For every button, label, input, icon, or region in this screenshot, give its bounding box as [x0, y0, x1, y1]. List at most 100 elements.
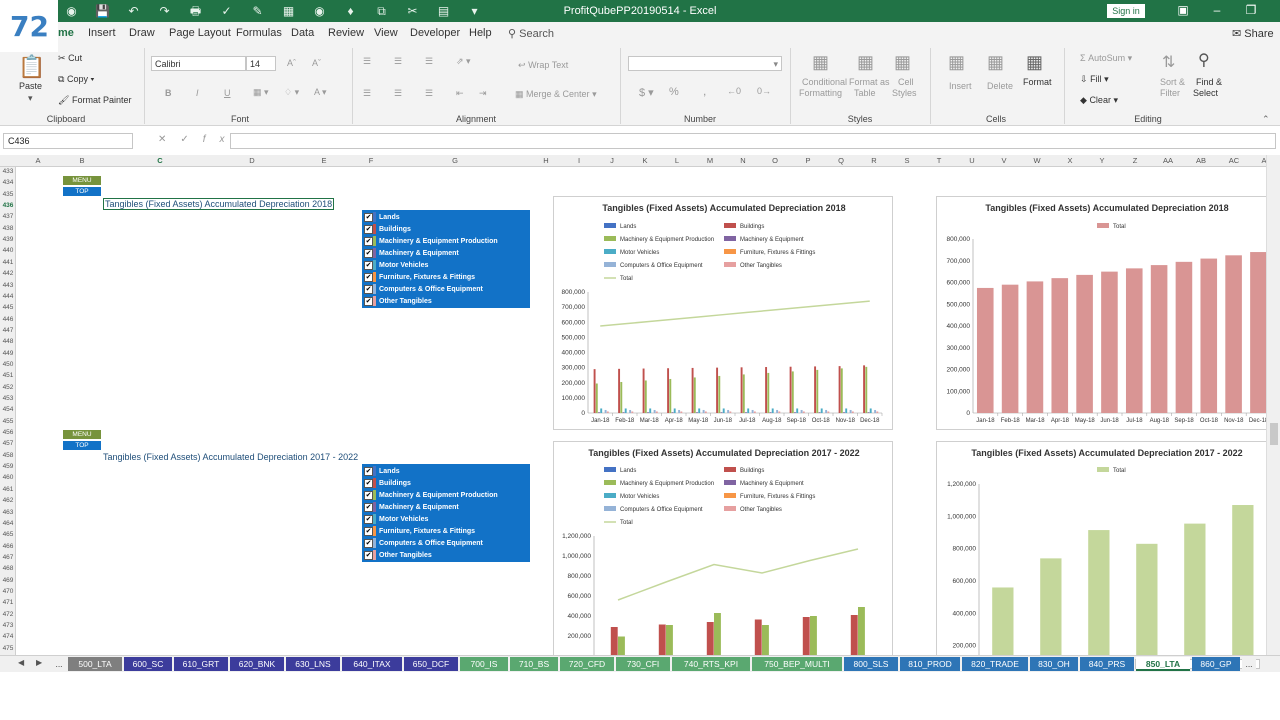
sort-filter-icon[interactable]: ⇅: [1162, 52, 1175, 72]
conditional-formatting-label-1[interactable]: Conditional: [802, 77, 847, 87]
checkbox[interactable]: ✔: [364, 212, 373, 222]
checkbox[interactable]: ✔: [364, 526, 373, 536]
worksheet-grid[interactable]: MENU TOP Tangibles (Fixed Assets) Accumu…: [16, 167, 1276, 671]
column-header[interactable]: L: [675, 156, 679, 165]
bar[interactable]: [976, 287, 994, 413]
sheet-tab[interactable]: 500_LTA: [68, 657, 122, 671]
bar[interactable]: [669, 378, 672, 413]
bar[interactable]: [629, 409, 632, 413]
chart-yearly-by-category[interactable]: Tangibles (Fixed Assets) Accumulated Dep…: [553, 441, 893, 671]
row-header[interactable]: 473: [0, 622, 16, 629]
row-header[interactable]: 441: [0, 259, 16, 266]
bar[interactable]: [598, 412, 600, 413]
insert-cells-button[interactable]: Insert: [949, 81, 972, 91]
bar[interactable]: [1076, 274, 1093, 413]
bar[interactable]: [606, 411, 609, 413]
sheet-tab[interactable]: 830_OH: [1030, 657, 1078, 671]
sort-filter-label-1[interactable]: Sort &: [1160, 77, 1185, 87]
column-header[interactable]: F: [369, 156, 374, 165]
row-header[interactable]: 447: [0, 327, 16, 334]
column-header[interactable]: AB: [1196, 156, 1206, 165]
bar[interactable]: [867, 412, 870, 413]
format-as-table-label-2[interactable]: Table: [854, 88, 876, 98]
percent-button[interactable]: %: [669, 86, 679, 98]
font-name-dropdown[interactable]: Calibri: [151, 56, 246, 71]
bar[interactable]: [769, 412, 772, 413]
orientation-icon[interactable]: ⇗ ▾: [456, 56, 471, 67]
series-checkbox-row[interactable]: ✔ Other Tangibles: [364, 549, 432, 561]
checkbox[interactable]: ✔: [364, 260, 373, 270]
bar[interactable]: [642, 368, 645, 413]
bar[interactable]: [720, 412, 723, 413]
underline-button[interactable]: U: [224, 88, 231, 98]
chart-yearly-total[interactable]: Tangibles (Fixed Assets) Accumulated Dep…: [936, 441, 1276, 671]
sort-filter-label-2[interactable]: Filter: [1160, 88, 1180, 98]
row-header[interactable]: 466: [0, 543, 16, 550]
bar[interactable]: [1225, 255, 1242, 413]
column-header[interactable]: W: [1033, 156, 1040, 165]
bar[interactable]: [1200, 258, 1218, 413]
bar[interactable]: [595, 383, 598, 413]
bar[interactable]: [765, 367, 768, 413]
series-checkbox-row[interactable]: ✔ Furniture, Fixtures & Fittings: [364, 525, 475, 537]
bar[interactable]: [800, 409, 803, 413]
font-size-dropdown[interactable]: 14: [246, 56, 276, 71]
row-header[interactable]: 469: [0, 577, 16, 584]
bar[interactable]: [618, 636, 625, 657]
align-middle-icon[interactable]: ☰: [394, 56, 402, 67]
series-checkbox-row[interactable]: ✔ Computers & Office Equipment: [364, 537, 483, 549]
bar[interactable]: [1250, 252, 1267, 413]
bar[interactable]: [814, 366, 817, 413]
checkbox[interactable]: ✔: [364, 296, 373, 306]
column-header[interactable]: Z: [1133, 156, 1138, 165]
row-header[interactable]: 472: [0, 611, 16, 618]
row-header[interactable]: 444: [0, 293, 16, 300]
bar[interactable]: [751, 409, 754, 413]
column-header[interactable]: K: [642, 156, 647, 165]
fill-button[interactable]: ⇩ Fill ▾: [1080, 74, 1109, 85]
decrease-font-icon[interactable]: Aˇ: [312, 58, 321, 68]
sheet-tab[interactable]: 610_GRT: [174, 657, 228, 671]
column-header[interactable]: X: [1067, 156, 1072, 165]
italic-button[interactable]: I: [196, 88, 199, 98]
sheet-tab[interactable]: 840_PRS: [1080, 657, 1134, 671]
increase-font-icon[interactable]: Aˆ: [287, 58, 296, 68]
comma-button[interactable]: ,: [703, 84, 706, 98]
conditional-formatting-icon[interactable]: ▦: [812, 52, 829, 73]
column-header[interactable]: R: [871, 156, 876, 165]
bar[interactable]: [593, 369, 596, 413]
cell-styles-label-2[interactable]: Styles: [892, 88, 917, 98]
bold-button[interactable]: B: [165, 88, 172, 98]
bar[interactable]: [600, 408, 603, 413]
bar[interactable]: [843, 412, 845, 413]
bar[interactable]: [802, 411, 805, 413]
series-checkbox-row[interactable]: ✔ Buildings: [364, 477, 411, 489]
bar[interactable]: [622, 412, 625, 413]
row-header[interactable]: 458: [0, 452, 16, 459]
bar[interactable]: [767, 372, 770, 413]
sheet-tab[interactable]: 650_DCF: [404, 657, 458, 671]
bar[interactable]: [863, 365, 866, 413]
outdent-icon[interactable]: ⇥: [479, 88, 487, 99]
bar[interactable]: [706, 622, 714, 656]
bar[interactable]: [658, 624, 666, 657]
bar[interactable]: [753, 411, 756, 413]
bar[interactable]: [789, 366, 792, 413]
bar[interactable]: [1026, 281, 1044, 413]
bar[interactable]: [716, 367, 719, 413]
series-checkbox-row[interactable]: ✔ Furniture, Fixtures & Fittings: [364, 271, 475, 283]
tab-review[interactable]: Review: [328, 27, 364, 39]
tab-insert[interactable]: Insert: [88, 27, 116, 39]
row-header[interactable]: 437: [0, 213, 16, 220]
conditional-formatting-label-2[interactable]: Formatting: [799, 88, 842, 98]
bar[interactable]: [727, 409, 730, 413]
row-header[interactable]: 445: [0, 304, 16, 311]
delete-cells-button[interactable]: Delete: [987, 81, 1013, 91]
bar[interactable]: [754, 619, 762, 657]
cancel-icon[interactable]: ✕: [158, 134, 180, 145]
series-line[interactable]: [617, 548, 859, 601]
chart-monthly-total[interactable]: Tangibles (Fixed Assets) Accumulated Dep…: [936, 196, 1276, 430]
row-header[interactable]: 464: [0, 520, 16, 527]
borders-icon[interactable]: ▦ ▾: [253, 87, 269, 98]
row-header[interactable]: 461: [0, 486, 16, 493]
